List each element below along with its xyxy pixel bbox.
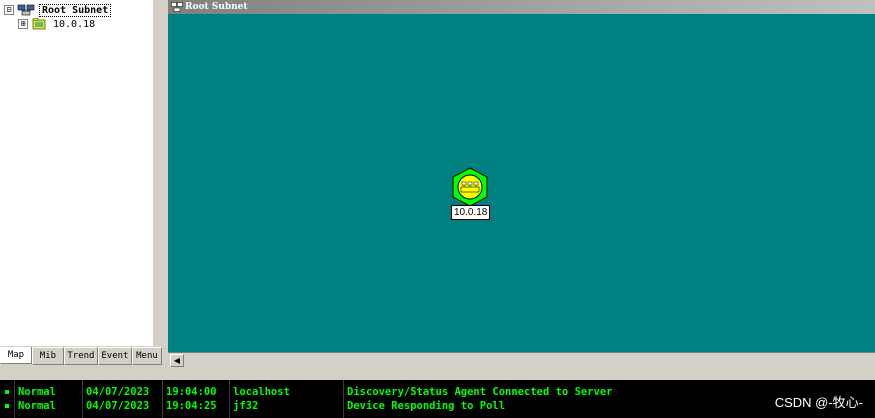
status-bullet-icon bbox=[5, 404, 9, 408]
scroll-left-icon[interactable]: ◀ bbox=[170, 354, 184, 367]
tree-subnet-label[interactable]: 10.0.18 bbox=[53, 19, 95, 30]
tree-root-label[interactable]: Root Subnet bbox=[39, 3, 112, 17]
event-log: Normal 04/07/2023 19:04:00 localhost Dis… bbox=[0, 380, 875, 418]
log-status: Normal bbox=[18, 386, 56, 398]
map-titlebar: Root Subnet bbox=[168, 0, 875, 14]
log-time: 19:04:00 bbox=[166, 386, 217, 398]
tree-item-subnet[interactable]: ⊞ 10.0.18 bbox=[18, 17, 95, 31]
map-horizontal-scrollbar[interactable]: ◀ bbox=[168, 352, 875, 367]
log-message: Discovery/Status Agent Connected to Serv… bbox=[347, 386, 613, 398]
device-label[interactable]: 10.0.18 bbox=[451, 205, 491, 220]
log-time: 19:04:25 bbox=[166, 400, 217, 412]
tab-trend[interactable]: Trend bbox=[63, 347, 98, 365]
map-title: Root Subnet bbox=[185, 2, 248, 12]
log-date: 04/07/2023 bbox=[86, 400, 150, 412]
tab-mib[interactable]: Mib bbox=[31, 347, 64, 365]
log-host: jf32 bbox=[233, 400, 259, 412]
folder-icon bbox=[32, 18, 46, 30]
collapse-icon[interactable]: ⊟ bbox=[4, 5, 14, 15]
log-message: Device Responding to Poll bbox=[347, 400, 506, 412]
network-icon bbox=[17, 4, 35, 16]
network-icon bbox=[171, 2, 183, 12]
log-row[interactable]: Normal 04/07/2023 19:04:00 localhost Dis… bbox=[0, 385, 875, 399]
tab-event[interactable]: Event bbox=[97, 347, 132, 365]
status-bullet-icon bbox=[5, 390, 9, 394]
panel-tabs: Map Mib Trend Event Menu bbox=[0, 347, 163, 365]
map-canvas[interactable]: 10.0.18 bbox=[168, 14, 875, 352]
expand-icon[interactable]: ⊞ bbox=[18, 19, 28, 29]
tab-menu[interactable]: Menu bbox=[131, 347, 163, 365]
log-status: Normal bbox=[18, 400, 56, 412]
tree-panel: ⊟ Root Subnet ⊞ 10.0.18 bbox=[0, 0, 153, 346]
log-row[interactable]: Normal 04/07/2023 19:04:25 jf32 Device R… bbox=[0, 399, 875, 413]
log-date: 04/07/2023 bbox=[86, 386, 150, 398]
device-node-icon[interactable] bbox=[450, 167, 490, 207]
tree-item-root[interactable]: ⊟ Root Subnet bbox=[4, 3, 112, 17]
tab-map[interactable]: Map bbox=[0, 347, 32, 364]
watermark: CSDN @-牧心- bbox=[774, 395, 863, 410]
log-host: localhost bbox=[233, 386, 290, 398]
